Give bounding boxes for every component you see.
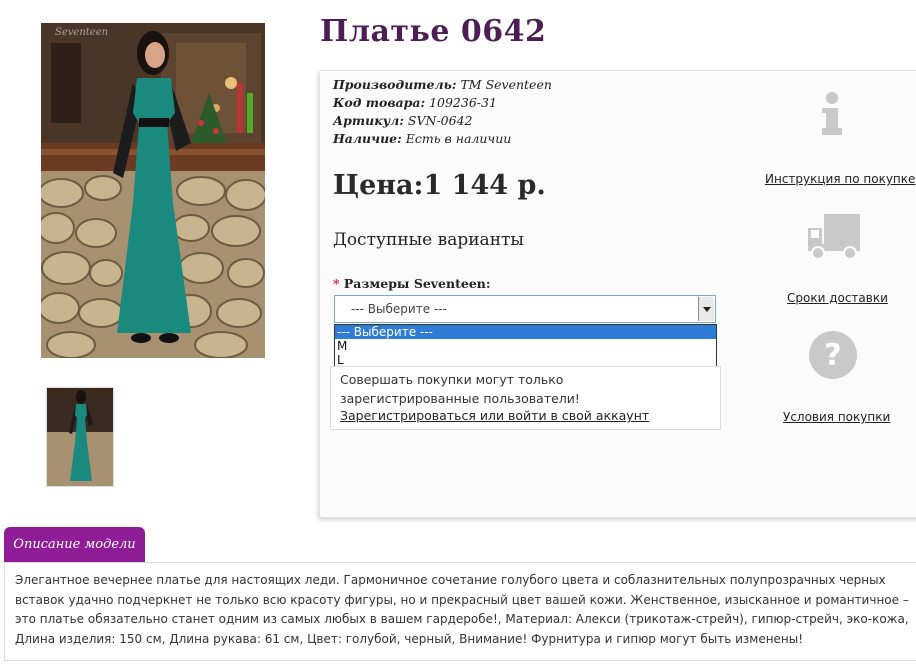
size-label: * Размеры Seventeen: — [333, 276, 491, 291]
spec-article: Артикул: SVN-0642 — [333, 113, 473, 128]
purchase-terms-link[interactable]: Условия покупки — [783, 410, 890, 424]
size-option-l[interactable]: L — [335, 353, 716, 367]
delivery-terms-link[interactable]: Сроки доставки — [787, 291, 888, 305]
product-thumbnail[interactable] — [46, 387, 114, 487]
registration-message: Совершать покупки могут только зарегистр… — [340, 372, 580, 406]
required-mark: * — [333, 276, 340, 291]
spec-manufacturer: Производитель: ТМ Seventeen — [333, 77, 552, 92]
size-dropdown-list: --- Выберите --- M L — [334, 324, 717, 368]
variants-heading: Доступные варианты — [333, 230, 524, 250]
size-option-m[interactable]: M — [335, 339, 716, 353]
chevron-down-icon[interactable] — [698, 297, 714, 321]
description-text: Элегантное вечернее платье для настоящих… — [15, 573, 909, 646]
register-login-link[interactable]: Зарегистрироваться или войти в свой акка… — [340, 408, 649, 423]
product-title: Платье 0642 — [320, 14, 547, 49]
truck-icon — [806, 212, 862, 264]
size-select[interactable]: --- Выберите --- — [334, 295, 716, 323]
size-select-value: --- Выберите --- — [351, 302, 447, 316]
description-panel: Элегантное вечернее платье для настоящих… — [4, 562, 916, 661]
info-icon — [818, 90, 846, 142]
spec-product-code: Код товара: 109236-31 — [333, 95, 497, 110]
spec-availability: Наличие: Есть в наличии — [333, 131, 512, 146]
photo-watermark: Seventeen — [55, 27, 109, 38]
product-main-photo[interactable]: Seventeen — [41, 23, 265, 358]
purchase-instructions-link[interactable]: Инструкция по покупке — [765, 172, 915, 186]
svg-text:?: ? — [824, 338, 841, 373]
tab-description[interactable]: Описание модели — [4, 527, 145, 562]
registration-notice: Совершать покупки могут только зарегистр… — [330, 366, 721, 430]
product-price: Цена:1 144 р. — [333, 170, 546, 201]
question-icon: ? — [808, 330, 858, 384]
size-option-placeholder[interactable]: --- Выберите --- — [335, 325, 716, 339]
product-specs: Производитель: ТМ Seventeen Код товара: … — [333, 76, 552, 148]
